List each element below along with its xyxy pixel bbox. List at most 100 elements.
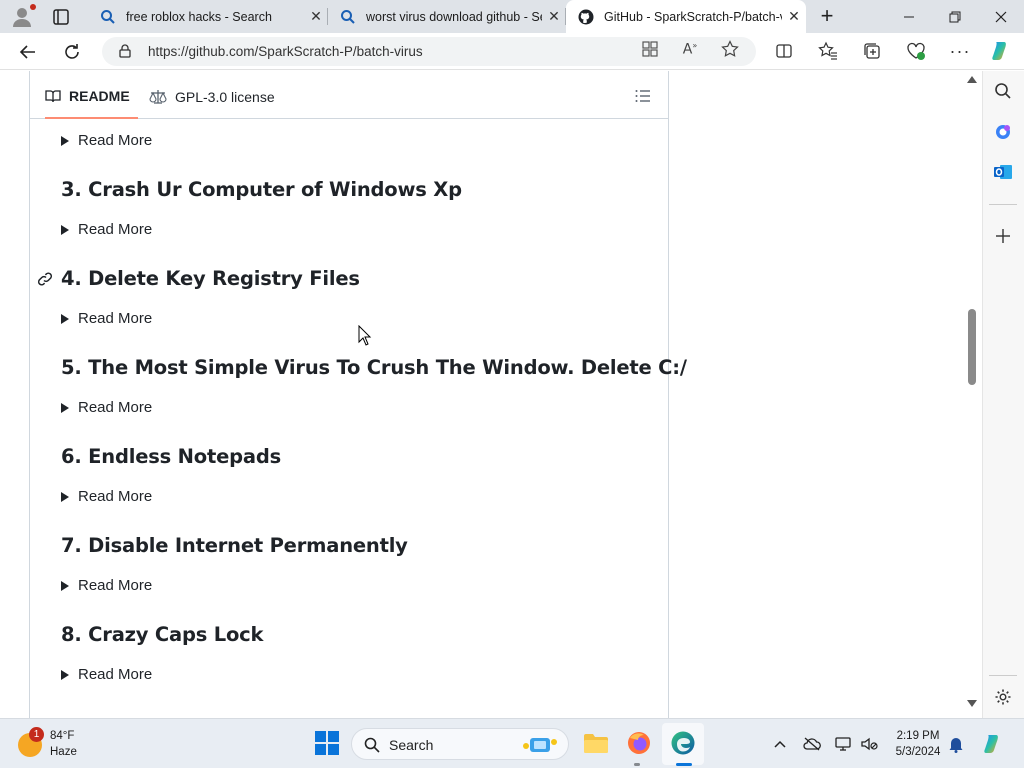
outlook-icon[interactable] [992, 161, 1014, 183]
readme-container: README GPL-3.0 license [29, 71, 669, 718]
running-indicator [634, 763, 640, 766]
back-button[interactable] [16, 40, 40, 64]
windows-logo-icon [315, 731, 339, 755]
url-text: https://github.com/SparkScratch-P/batch-… [148, 44, 423, 59]
law-scale-icon [149, 90, 167, 104]
read-more-toggle[interactable]: Read More [61, 577, 152, 594]
read-more-toggle[interactable]: Read More [61, 221, 152, 238]
expand-triangle-icon [61, 580, 69, 591]
search-highlight-icon [523, 738, 557, 752]
github-icon [578, 9, 594, 24]
favorite-star-icon[interactable] [721, 40, 739, 58]
close-window-button[interactable] [978, 0, 1024, 33]
edge-icon[interactable] [668, 728, 698, 758]
split-screen-icon[interactable] [772, 39, 796, 63]
file-explorer-icon[interactable] [581, 728, 611, 758]
vertical-scrollbar[interactable] [963, 71, 980, 718]
tab-license-label: GPL-3.0 license [175, 89, 275, 105]
search-icon [341, 9, 355, 24]
expand-triangle-icon [61, 224, 69, 235]
browser-tab-bar: free roblox hacks - Search ✕ worst virus… [0, 0, 1024, 33]
copilot-sidebar-icon[interactable] [992, 121, 1014, 143]
copilot-icon[interactable] [989, 39, 1013, 63]
weather-condition: Haze [50, 746, 77, 758]
outline-list-icon[interactable] [634, 87, 652, 105]
expand-triangle-icon [61, 491, 69, 502]
collections-icon[interactable] [860, 39, 884, 63]
scrollbar-thumb[interactable] [968, 309, 976, 385]
read-aloud-icon[interactable]: A» [681, 40, 699, 58]
weather-badge: 1 [29, 727, 44, 742]
browser-essentials-icon[interactable] [904, 39, 928, 63]
windows-taskbar: 1 84°F Haze Search 2:19 PM 5/3/2024 [0, 718, 1024, 768]
copilot-taskbar-icon[interactable] [981, 732, 1005, 756]
show-hidden-icons-chevron-icon[interactable] [771, 735, 789, 753]
search-icon[interactable] [992, 80, 1014, 102]
favorites-icon[interactable] [816, 39, 840, 63]
network-icon[interactable] [834, 735, 852, 753]
search-icon [101, 9, 115, 24]
restore-button[interactable] [932, 0, 978, 33]
sidebar-divider [989, 675, 1017, 676]
close-tab-icon[interactable]: ✕ [542, 8, 566, 25]
taskbar-search[interactable]: Search [351, 728, 569, 760]
mouse-cursor-icon [358, 325, 372, 346]
firefox-icon[interactable] [624, 728, 654, 758]
read-more-toggle[interactable]: Read More [61, 132, 152, 149]
add-sidebar-app-icon[interactable] [992, 225, 1014, 247]
read-more-toggle[interactable]: Read More [61, 488, 152, 505]
read-more-label: Read More [78, 399, 153, 416]
tab-actions-icon[interactable] [51, 7, 71, 27]
read-more-toggle[interactable]: Read More [61, 399, 152, 416]
tab-title: GitHub - SparkScratch-P/batch-v [604, 9, 782, 24]
heading-6: 6. Endless Notepads [61, 445, 281, 468]
close-tab-icon[interactable]: ✕ [782, 8, 806, 25]
more-options-icon[interactable]: ··· [948, 39, 972, 63]
minimize-button[interactable] [886, 0, 932, 33]
tab-search-virus[interactable]: worst virus download github - Se ✕ [328, 0, 566, 33]
read-more-label: Read More [78, 488, 153, 505]
heading-5: 5. The Most Simple Virus To Crush The Wi… [61, 356, 687, 379]
weather-widget[interactable]: 1 84°F Haze [18, 727, 118, 763]
system-clock[interactable]: 2:19 PM 5/3/2024 [888, 728, 948, 760]
notification-dot [30, 4, 36, 10]
edge-sidebar [982, 71, 1024, 718]
expand-triangle-icon [61, 669, 69, 680]
tab-search-roblox[interactable]: free roblox hacks - Search ✕ [88, 0, 328, 33]
read-more-toggle[interactable]: Read More [61, 666, 152, 683]
apps-icon[interactable] [641, 40, 659, 58]
volume-muted-icon[interactable] [860, 735, 878, 753]
expand-triangle-icon [61, 402, 69, 413]
scroll-down-arrow-icon[interactable] [967, 700, 977, 707]
search-icon [364, 737, 380, 753]
new-tab-button[interactable]: + [814, 4, 840, 30]
address-toolbar: https://github.com/SparkScratch-P/batch-… [0, 33, 1024, 70]
read-more-label: Read More [78, 132, 153, 149]
tab-title: worst virus download github - Se [366, 9, 542, 24]
lock-icon[interactable] [118, 44, 132, 58]
tab-readme[interactable]: README [45, 75, 138, 119]
heading-3: 3. Crash Ur Computer of Windows Xp [61, 178, 462, 201]
settings-gear-icon[interactable] [992, 686, 1014, 708]
clock-date: 5/3/2024 [895, 746, 941, 758]
tab-readme-label: README [69, 88, 130, 104]
sidebar-divider [989, 204, 1017, 205]
notification-bell-icon[interactable] [947, 735, 965, 753]
link-anchor-icon[interactable] [37, 271, 53, 287]
close-tab-icon[interactable]: ✕ [304, 8, 328, 25]
expand-triangle-icon [61, 135, 69, 146]
onedrive-offline-icon[interactable] [803, 735, 821, 753]
read-more-toggle[interactable]: Read More [61, 310, 152, 327]
profile-avatar-icon[interactable] [10, 4, 36, 29]
tab-license[interactable]: GPL-3.0 license [149, 75, 275, 119]
refresh-button[interactable] [60, 40, 84, 64]
scroll-up-arrow-icon[interactable] [967, 76, 977, 83]
weather-temp: 84°F [50, 730, 75, 742]
book-icon [45, 90, 61, 103]
start-button[interactable] [312, 728, 342, 758]
read-more-label: Read More [78, 221, 153, 238]
read-more-label: Read More [78, 577, 153, 594]
tab-github[interactable]: GitHub - SparkScratch-P/batch-v ✕ [566, 0, 806, 33]
active-app-indicator [676, 763, 692, 766]
taskbar-search-label: Search [389, 737, 434, 753]
